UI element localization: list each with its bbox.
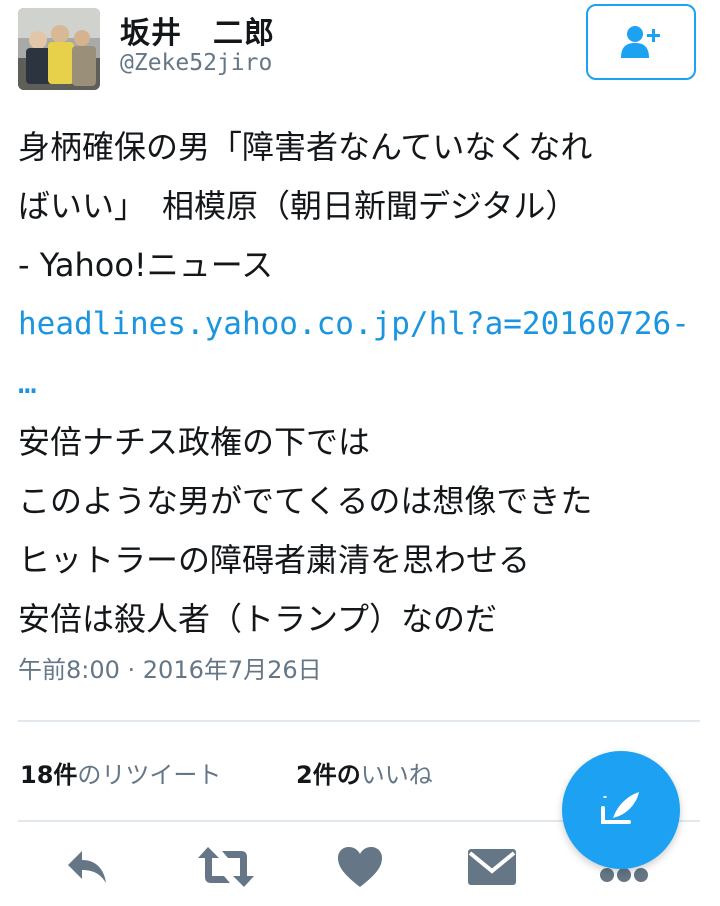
- divider: [18, 720, 700, 722]
- user-handle[interactable]: @Zeke52jiro: [120, 50, 272, 76]
- tweet-line: 安倍ナチス政権の下では: [18, 423, 371, 461]
- tweet-line: 身柄確保の男「障害者なんていなくなれ: [18, 128, 593, 166]
- retweet-icon: [198, 847, 254, 887]
- retweet-button[interactable]: [196, 845, 256, 905]
- tweet-link-ellipsis[interactable]: …: [18, 354, 708, 413]
- direct-message-button[interactable]: [462, 845, 522, 905]
- retweet-label: のリツイート: [77, 761, 222, 789]
- tweet-line: このような男がでてくるのは想像できた: [18, 482, 593, 520]
- like-count: 2件: [296, 761, 337, 789]
- like-stat[interactable]: 2件のいいね: [296, 755, 433, 790]
- tweet-line: ばいい」 相模原（朝日新聞デジタル）: [18, 187, 578, 225]
- tweet-line: - Yahoo!ニュース: [18, 246, 274, 284]
- like-label: いいね: [360, 761, 433, 789]
- like-of: の: [336, 761, 361, 789]
- compose-icon: [601, 792, 639, 824]
- avatar-photo: [18, 8, 100, 90]
- display-name[interactable]: 坂井 二郎: [120, 8, 275, 52]
- retweet-stat[interactable]: 18件のリツイート: [20, 755, 221, 790]
- avatar[interactable]: [18, 8, 100, 90]
- compose-tweet-button[interactable]: [562, 751, 680, 869]
- follow-button[interactable]: [586, 4, 696, 80]
- retweet-count: 18件: [20, 761, 78, 789]
- tweet-link[interactable]: headlines.yahoo.co.jp/hl?a=20160726-: [18, 295, 708, 354]
- add-user-icon: [621, 26, 660, 58]
- reply-icon: [68, 851, 106, 883]
- heart-icon: [338, 847, 382, 887]
- tweet-line: ヒットラーの障碍者粛清を思わせる: [18, 541, 531, 579]
- reply-button[interactable]: [58, 845, 118, 905]
- tweet-timestamp: 午前8:00 · 2016年7月26日: [18, 656, 322, 684]
- tweet-text: 身柄確保の男「障害者なんていなくなれ ばいい」 相模原（朝日新聞デジタル） - …: [18, 118, 708, 649]
- like-button[interactable]: [330, 845, 390, 905]
- tweet-line: 安倍は殺人者（トランプ）なのだ: [18, 600, 498, 638]
- direct-message-icon: [468, 849, 516, 885]
